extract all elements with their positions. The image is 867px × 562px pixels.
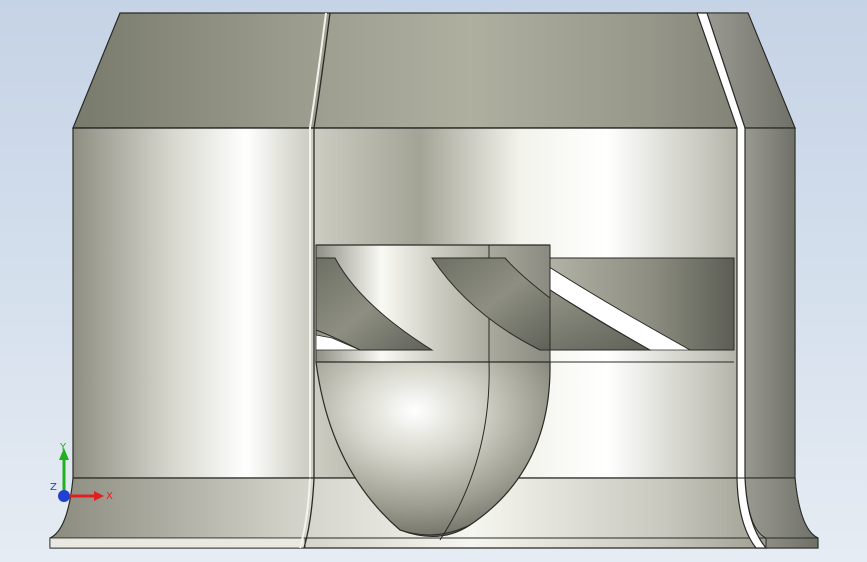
axis-triad: Y X Z [50, 442, 113, 502]
upper-hood[interactable] [72, 12, 796, 129]
fan-assembly-model[interactable] [0, 0, 867, 562]
cad-viewport[interactable]: Y X Z [0, 0, 867, 562]
x-axis-label: X [106, 491, 113, 502]
z-axis-label: Z [50, 482, 57, 493]
z-axis-dot [58, 490, 70, 502]
x-axis-arrow [94, 491, 104, 501]
y-axis-label: Y [59, 442, 67, 453]
